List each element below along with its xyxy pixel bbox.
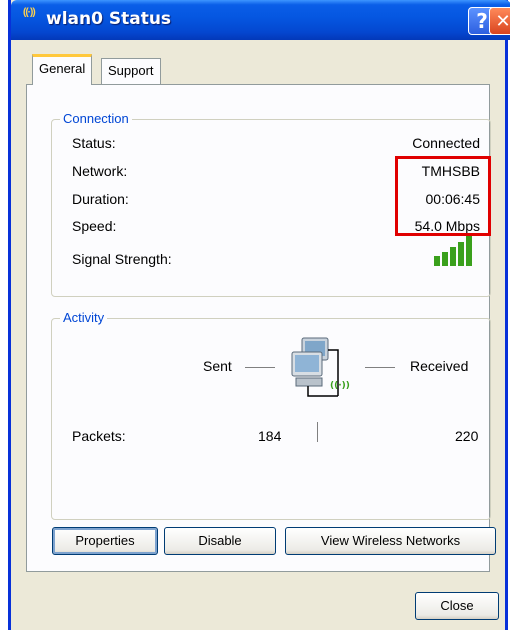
signal-strength-label: Signal Strength: — [72, 251, 172, 267]
title-bar[interactable]: ((·)) wlan0 Status ? — [11, 0, 510, 40]
svg-text:((·)): ((·)) — [330, 381, 350, 391]
duration-label: Duration: — [72, 191, 129, 207]
packets-divider — [317, 422, 318, 442]
connection-group-label: Connection — [60, 111, 132, 126]
activity-group-label: Activity — [60, 310, 108, 325]
properties-button[interactable]: Properties — [52, 527, 158, 555]
close-window-button[interactable]: ✕ — [489, 7, 510, 35]
highlight-box — [395, 156, 491, 236]
signal-strength-icon — [434, 236, 472, 266]
packets-received-value: 220 — [455, 428, 479, 444]
wireless-signal-icon: ((·)) — [23, 7, 36, 18]
status-label: Status: — [72, 135, 116, 151]
tab-general[interactable]: General — [32, 54, 93, 85]
activity-group: Activity — [51, 310, 491, 520]
tab-support[interactable]: Support — [101, 58, 161, 84]
network-label: Network: — [72, 163, 128, 179]
packets-sent-value: 184 — [258, 428, 282, 444]
disable-button[interactable]: Disable — [164, 527, 276, 555]
received-line — [365, 367, 395, 368]
close-button[interactable]: Close — [415, 592, 499, 620]
sent-line — [245, 367, 275, 368]
view-wireless-networks-button[interactable]: View Wireless Networks — [285, 527, 496, 555]
status-value: Connected — [412, 135, 480, 151]
network-computers-icon: ((·)) — [291, 337, 350, 397]
sent-label: Sent — [203, 358, 232, 374]
packets-label: Packets: — [72, 428, 126, 444]
window-title: wlan0 Status — [46, 9, 172, 29]
received-label: Received — [410, 358, 469, 374]
speed-label: Speed: — [72, 218, 117, 234]
